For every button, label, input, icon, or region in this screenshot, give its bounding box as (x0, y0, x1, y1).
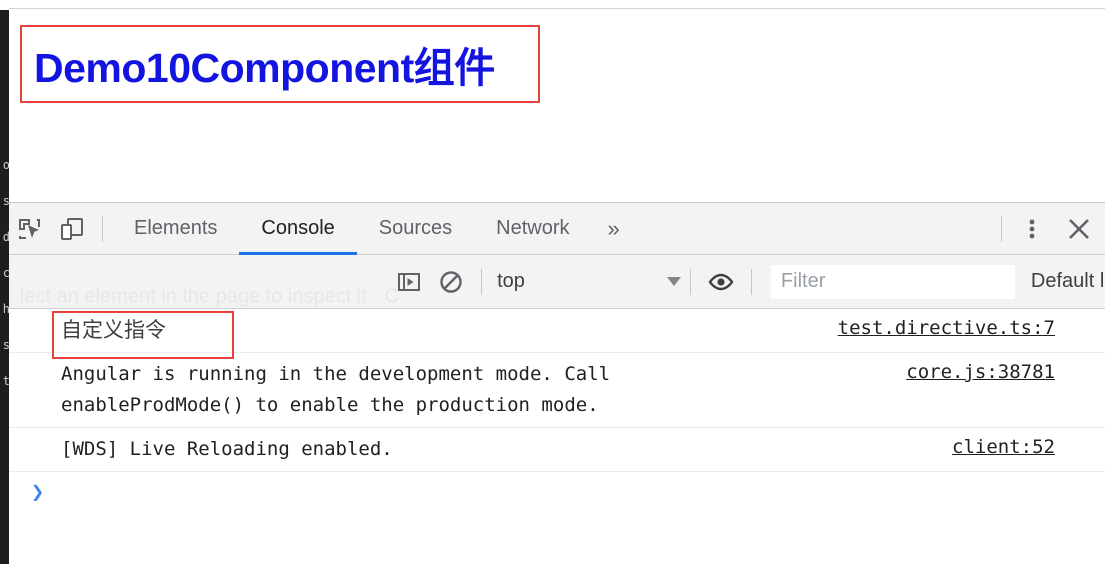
context-selector-caret[interactable] (531, 277, 681, 286)
more-tabs-chevron-icon[interactable]: » (592, 203, 636, 255)
console-message-row[interactable]: Angular is running in the development mo… (9, 353, 1105, 428)
tab-sources[interactable]: Sources (357, 203, 474, 255)
tab-console[interactable]: Console (239, 203, 356, 255)
editor-strip-fragment: o (0, 158, 9, 172)
tab-label: Console (261, 217, 334, 240)
inspect-element-icon[interactable] (9, 209, 51, 249)
tab-label: Elements (134, 217, 217, 240)
console-message-source-link[interactable]: client:52 (952, 436, 1055, 458)
console-toolbar-divider-3 (751, 269, 752, 295)
editor-strip-fragment: .h (0, 302, 9, 316)
console-message-text: [WDS] Live Reloading enabled. (9, 434, 1105, 465)
clear-console-icon[interactable] (430, 262, 472, 302)
console-prompt-row[interactable]: ❯ (9, 472, 1105, 512)
console-toolbar: lect an element in the page to inspect i… (9, 255, 1105, 309)
page-top-divider (9, 8, 1105, 9)
console-message-list: 自定义指令 test.directive.ts:7 Angular is run… (9, 309, 1105, 563)
editor-strip-fragment: s (0, 194, 9, 208)
tab-label: Network (496, 217, 569, 240)
console-sidebar-toggle-icon[interactable] (388, 262, 430, 302)
context-label: top (497, 270, 525, 293)
console-message-row[interactable]: [WDS] Live Reloading enabled. client:52 (9, 428, 1105, 472)
editor-strip-fragment: .t (0, 374, 9, 388)
editor-strip: o s d .c .h .s .t (0, 10, 9, 564)
page-title-highlight-box: Demo10Component组件 (20, 25, 540, 103)
context-selector[interactable]: top (491, 270, 531, 293)
log-levels-label: Default levels (1031, 270, 1105, 293)
editor-strip-fragment: .s (0, 338, 9, 352)
more-tabs-label: » (608, 216, 620, 242)
log-levels-selector[interactable]: Default levels (1031, 270, 1105, 293)
console-toolbar-divider-2 (690, 269, 691, 295)
filter-input[interactable] (771, 265, 1015, 299)
rendered-page-area: Demo10Component组件 (9, 0, 1105, 202)
console-message-source-link[interactable]: test.directive.ts:7 (838, 317, 1055, 339)
console-prompt-caret-icon: ❯ (31, 480, 44, 505)
devtools-panel: Elements Console Sources Network » (9, 202, 1105, 564)
devtools-tabbar: Elements Console Sources Network » (9, 203, 1105, 255)
tab-elements[interactable]: Elements (112, 203, 239, 255)
chevron-down-icon (667, 277, 681, 286)
toolbar-divider (102, 216, 103, 242)
device-toolbar-icon[interactable] (51, 209, 93, 249)
ghost-hint-text: lect an element in the page to inspect i… (20, 285, 399, 308)
live-expression-eye-icon[interactable] (700, 262, 742, 302)
three-dot-menu-icon[interactable] (1011, 209, 1053, 249)
toolbar-divider-right (1001, 216, 1002, 242)
page-title: Demo10Component组件 (22, 34, 495, 94)
editor-strip-fragment: d (0, 230, 9, 244)
console-message-row[interactable]: 自定义指令 test.directive.ts:7 (9, 309, 1105, 353)
console-toolbar-divider (481, 269, 482, 295)
tab-network[interactable]: Network (474, 203, 591, 255)
tab-label: Sources (379, 217, 452, 240)
console-message-source-link[interactable]: core.js:38781 (906, 361, 1055, 383)
close-icon[interactable] (1053, 209, 1105, 249)
editor-strip-fragment: .c (0, 266, 9, 280)
